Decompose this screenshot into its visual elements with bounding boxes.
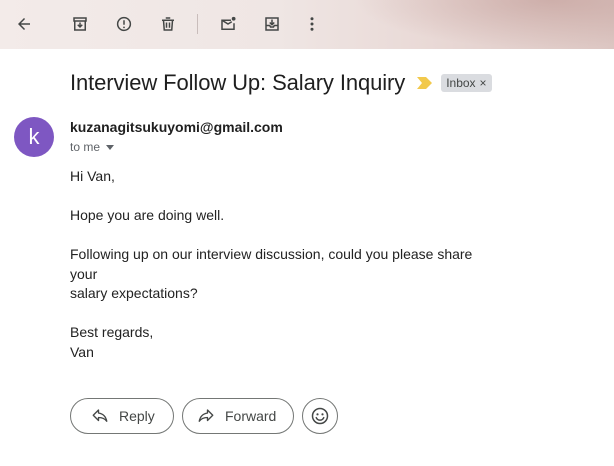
body-greeting: Hi Van, bbox=[70, 168, 115, 184]
recipient-label: to me bbox=[70, 140, 101, 154]
forward-label: Forward bbox=[225, 408, 277, 424]
recipient-details[interactable]: to me bbox=[70, 140, 115, 154]
more-vert-icon[interactable] bbox=[298, 10, 326, 38]
body-line: Hope you are doing well. bbox=[70, 207, 225, 223]
email-subject: Interview Follow Up: Salary Inquiry bbox=[70, 70, 406, 95]
toolbar bbox=[0, 0, 614, 49]
back-arrow-icon[interactable] bbox=[10, 10, 38, 38]
body-line: Following up on our interview discussion… bbox=[70, 246, 473, 282]
reply-label: Reply bbox=[119, 408, 155, 424]
body-signature: Van bbox=[70, 343, 94, 360]
avatar[interactable]: k bbox=[14, 117, 54, 157]
body-closing: Best regards, bbox=[70, 324, 154, 340]
email-body: Hi Van, Hope you are doing well. Followi… bbox=[70, 167, 490, 362]
toolbar-divider bbox=[197, 14, 198, 34]
inbox-label-text: Inbox bbox=[446, 76, 476, 90]
forward-button[interactable]: Forward bbox=[182, 398, 294, 434]
mark-unread-icon[interactable] bbox=[214, 10, 242, 38]
subject-row: Interview Follow Up: Salary Inquiry Inbo… bbox=[70, 68, 492, 98]
chevron-down-icon[interactable] bbox=[106, 144, 115, 150]
reply-icon bbox=[92, 409, 108, 422]
inbox-label-chip: Inbox × bbox=[441, 74, 492, 92]
forward-icon bbox=[198, 409, 214, 422]
emoji-reaction-button[interactable] bbox=[302, 398, 338, 434]
reply-button[interactable]: Reply bbox=[70, 398, 174, 434]
body-line: salary expectations? bbox=[70, 285, 198, 301]
delete-icon[interactable] bbox=[154, 10, 182, 38]
archive-icon[interactable] bbox=[66, 10, 94, 38]
remove-label-icon[interactable]: × bbox=[480, 76, 487, 90]
move-to-inbox-icon[interactable] bbox=[258, 10, 286, 38]
importance-marker-icon[interactable] bbox=[417, 77, 433, 89]
report-spam-icon[interactable] bbox=[110, 10, 138, 38]
smiley-icon bbox=[311, 407, 329, 425]
sender-email[interactable]: kuzanagitsukuyomi@gmail.com bbox=[70, 119, 283, 135]
